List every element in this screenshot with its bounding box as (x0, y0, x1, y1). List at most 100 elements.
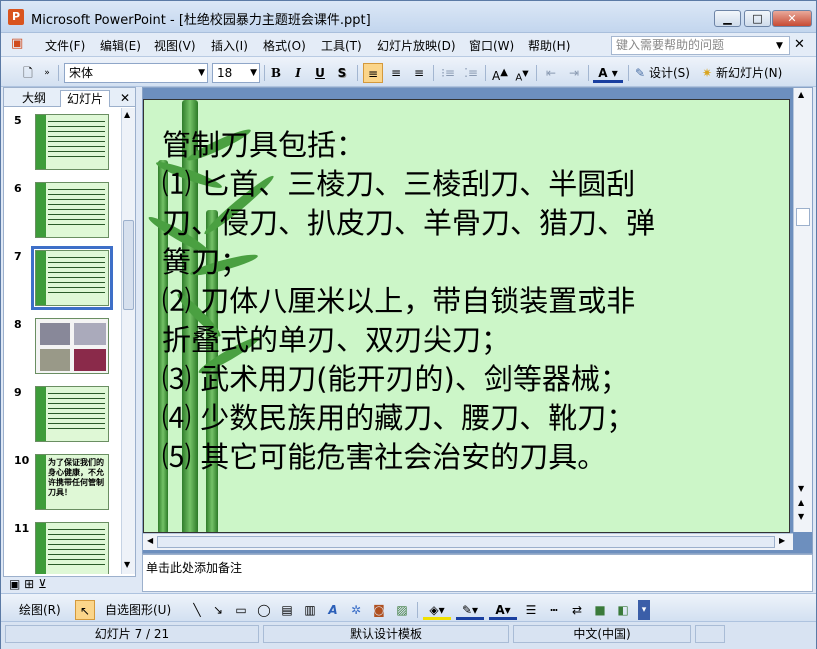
new-document-icon[interactable]: 🗋 (19, 63, 37, 83)
powerpoint-app-icon: P (8, 9, 24, 25)
increase-font-icon[interactable]: A▲ (490, 63, 510, 83)
slides-pane: 大纲 幻灯片 ✕ 5 6 7 8 9 10 为了保证我们的身心健康，不允许携带任… (3, 87, 136, 577)
help-search-input[interactable]: 键入需要帮助的问题 (611, 36, 790, 55)
numbering-icon[interactable]: ⁝≡ (438, 63, 458, 83)
document-close-icon[interactable]: ✕ (794, 37, 805, 52)
slide-text-line: ⑶ 武术用刀(能开刃的)、剑等器械； (162, 362, 629, 396)
toolbar-options-icon[interactable]: ▾ (638, 600, 650, 620)
maximize-button[interactable]: □ (744, 10, 771, 27)
slide-thumbnail-5[interactable]: 5 (4, 108, 120, 172)
textbox-icon[interactable]: ▤ (278, 600, 296, 620)
line-color-icon[interactable]: ✎▾ (456, 600, 484, 620)
slide-text-line: ⑷ 少数民族用的藏刀、腰刀、靴刀； (162, 401, 636, 435)
next-slide-icon[interactable]: ▼ (798, 512, 804, 521)
slide-hscroll-thumb[interactable] (157, 536, 775, 548)
title-bar: P Microsoft PowerPoint - [杜绝校园暴力主题班会课件.p… (1, 1, 816, 33)
doc-menu-icon[interactable]: ▣ (11, 36, 23, 51)
arrow-style-icon[interactable]: ⇄ (568, 600, 586, 620)
increase-indent-icon[interactable]: ⇥ (564, 63, 584, 83)
scroll-down-icon[interactable]: ▼ (124, 560, 130, 569)
scroll-up-icon[interactable]: ▲ (798, 90, 804, 99)
shadow-style-icon[interactable]: ■ (591, 600, 609, 620)
italic-button[interactable]: I (289, 63, 307, 83)
design-icon: ✎ (634, 66, 646, 80)
pane-close-icon[interactable]: ✕ (114, 90, 136, 107)
shadow-button[interactable]: S (333, 63, 351, 83)
menu-help[interactable]: 帮助(H) (528, 37, 570, 54)
diagram-icon[interactable]: ✲ (347, 600, 365, 620)
wordart-icon[interactable]: A (324, 600, 342, 620)
toolbar-options-icon[interactable]: » (41, 63, 53, 83)
thumbnail-scroll-thumb[interactable] (123, 220, 134, 310)
close-button[interactable]: ✕ (772, 10, 812, 27)
select-objects-icon[interactable]: ↖ (75, 600, 95, 620)
3d-style-icon[interactable]: ◧ (614, 600, 632, 620)
draw-menu-button[interactable]: 绘图(R) (19, 600, 73, 620)
menu-view[interactable]: 视图(V) (154, 37, 196, 54)
scroll-down-icon[interactable]: ▼ (798, 484, 804, 493)
align-right-icon[interactable]: ≡ (409, 63, 429, 83)
status-template: 默认设计模板 (263, 625, 509, 643)
design-button[interactable]: 设计(S) (649, 63, 693, 83)
slide-thumbnail-9[interactable]: 9 (4, 380, 120, 444)
align-center-icon[interactable]: ≡ (386, 63, 406, 83)
slide-horizontal-scrollbar[interactable]: ◀ ▶ (143, 533, 793, 550)
fill-color-icon[interactable]: ◈▾ (423, 600, 451, 620)
font-color-icon[interactable]: A ▾ (593, 63, 623, 83)
pane-tabs: 大纲 幻灯片 ✕ (4, 88, 135, 107)
current-slide[interactable]: 管制刀具包括： ⑴ 匕首、三棱刀、三棱刮刀、半圆刮 刀、侵刀、扒皮刀、羊骨刀、猎… (143, 99, 790, 533)
new-slide-button[interactable]: 新幻灯片(N) (716, 63, 812, 83)
dash-style-icon[interactable]: ┅ (545, 600, 563, 620)
line-icon[interactable]: ╲ (189, 600, 205, 620)
slide-text-line: 折叠式的单刃、双刃尖刀； (162, 323, 511, 357)
scroll-up-icon[interactable]: ▲ (124, 110, 130, 119)
menu-tools[interactable]: 工具(T) (321, 37, 362, 54)
font-size-select[interactable]: 18 ▼ (212, 63, 260, 83)
vertical-textbox-icon[interactable]: ▥ (301, 600, 319, 620)
draw-font-color-icon[interactable]: A▾ (489, 600, 517, 620)
decrease-font-icon[interactable]: A▼ (512, 63, 532, 83)
menu-edit[interactable]: 编辑(E) (100, 37, 141, 54)
align-left-icon[interactable]: ≡ (363, 63, 383, 83)
scroll-right-icon[interactable]: ▶ (779, 536, 785, 545)
arrow-icon[interactable]: ↘ (210, 600, 226, 620)
slide-text-line: 刀、侵刀、扒皮刀、羊骨刀、猎刀、弹 (162, 206, 656, 240)
autoshapes-button[interactable]: 自选图形(U) (105, 600, 187, 620)
slide-thumbnail-10[interactable]: 10 为了保证我们的身心健康，不允许携带任何管制刀具！ (4, 448, 120, 512)
slide-vertical-scrollbar[interactable]: ▲ ▼ ▲ ▼ (793, 88, 812, 532)
oval-icon[interactable]: ◯ (255, 600, 273, 620)
normal-view-icon[interactable]: ▣ (9, 577, 20, 591)
rectangle-icon[interactable]: ▭ (232, 600, 250, 620)
thumbnail-scrollbar[interactable]: ▲ ▼ (121, 108, 135, 574)
slide-scroll-thumb[interactable] (796, 208, 810, 226)
slide-thumbnail-8[interactable]: 8 (4, 312, 120, 376)
minimize-button[interactable]: ▁ (714, 10, 741, 27)
slide-text-line: ⑵ 刀体八厘米以上，带自锁装置或非 (162, 284, 636, 318)
decrease-indent-icon[interactable]: ⇤ (541, 63, 561, 83)
font-name-select[interactable]: 宋体 ▼ (64, 63, 208, 83)
scroll-left-icon[interactable]: ◀ (147, 536, 153, 545)
clipart-icon[interactable]: ◙ (370, 600, 388, 620)
tab-outline[interactable]: 大纲 (16, 90, 52, 107)
menu-insert[interactable]: 插入(I) (211, 37, 248, 54)
slideshow-view-icon[interactable]: ⊻ (38, 577, 47, 591)
picture-icon[interactable]: ▨ (393, 600, 411, 620)
slide-thumbnail-11[interactable]: 11 (4, 516, 120, 574)
slide-thumbnail-7[interactable]: 7 (4, 244, 120, 310)
slide-thumbnail-6[interactable]: 6 (4, 176, 120, 240)
slide-body-text[interactable]: 管制刀具包括： ⑴ 匕首、三棱刀、三棱刮刀、半圆刮 刀、侵刀、扒皮刀、羊骨刀、猎… (162, 126, 772, 477)
bold-button[interactable]: B (267, 63, 285, 83)
formatting-toolbar: 🗋 » 宋体 ▼ 18 ▼ B I U S ≡ ≡ ≡ ⁝≡ ⁚≡ A▲ A▼ ⇤ … (1, 57, 816, 87)
help-dropdown-arrow-icon[interactable]: ▼ (776, 41, 783, 51)
underline-button[interactable]: U (311, 63, 329, 83)
tab-slides[interactable]: 幻灯片 (60, 90, 111, 107)
menu-slideshow[interactable]: 幻灯片放映(D) (377, 37, 456, 54)
notes-pane[interactable]: 单击此处添加备注 (142, 554, 813, 592)
menu-format[interactable]: 格式(O) (263, 37, 306, 54)
menu-file[interactable]: 文件(F) (45, 37, 85, 54)
line-style-icon[interactable]: ☰ (522, 600, 540, 620)
slide-sorter-icon[interactable]: ⊞ (24, 577, 34, 591)
bullets-icon[interactable]: ⁚≡ (461, 63, 481, 83)
previous-slide-icon[interactable]: ▲ (798, 498, 804, 507)
menu-window[interactable]: 窗口(W) (469, 37, 514, 54)
